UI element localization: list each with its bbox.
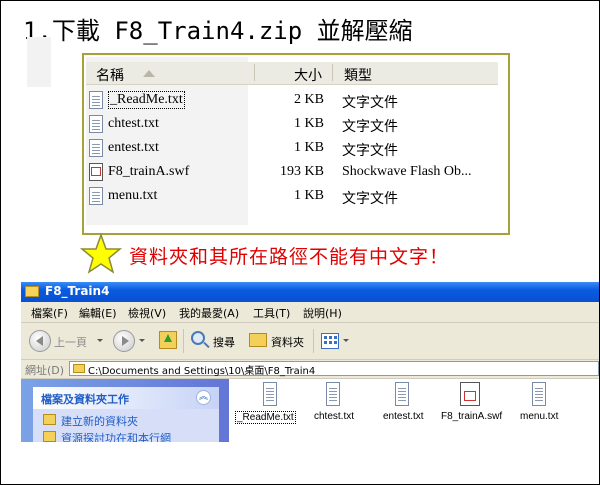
flash-file-icon <box>89 163 103 181</box>
folder-content: 檔案及資料夾工作 ︽ 建立新的資料夾 資源探討功在和本行網 _ReadMe.tx… <box>21 379 599 442</box>
task-item[interactable]: 資源探討功在和本行網 <box>61 430 171 442</box>
address-bar: 網址(D) C:\Documents and Settings\10\桌面\F8… <box>21 360 599 379</box>
column-header-bar: 名稱 大小 類型 <box>86 62 498 85</box>
file-row[interactable]: chtest.txt 1 KB 文字文件 <box>84 114 504 137</box>
toolbar-separator <box>313 329 314 353</box>
decorative-block <box>27 37 51 87</box>
file-name: _ReadMe.txt <box>108 91 185 109</box>
menu-edit[interactable]: 編輯(E) <box>79 305 117 321</box>
file-size: 1 KB <box>294 116 324 131</box>
text-file-icon[interactable] <box>532 382 546 406</box>
text-file-icon[interactable] <box>263 382 277 406</box>
menu-tools[interactable]: 工具(T) <box>253 305 290 321</box>
folders-button-label[interactable]: 資料夾 <box>271 334 304 350</box>
file-label[interactable]: _ReadMe.txt <box>235 411 296 424</box>
views-icon[interactable] <box>321 333 339 349</box>
task-new-folder[interactable]: 建立新的資料夾 <box>61 413 138 429</box>
explorer-window: F8_Train4 檔案(F) 編輯(E) 檢視(V) 我的最愛(A) 工具(T… <box>21 282 599 442</box>
file-row[interactable]: _ReadMe.txt 2 KB 文字文件 <box>84 90 504 113</box>
file-name: F8_trainA.swf <box>108 164 190 179</box>
menu-help[interactable]: 說明(H) <box>303 305 342 321</box>
file-list-panel: 名稱 大小 類型 _ReadMe.txt 2 KB 文字文件 chtest.tx… <box>82 53 510 235</box>
page-title: 1.下載 F8_Train4.zip 並解壓縮 <box>23 17 413 45</box>
text-file-icon <box>89 187 103 205</box>
task-pane: 檔案及資料夾工作 ︽ 建立新的資料夾 資源探討功在和本行網 <box>21 379 229 442</box>
file-type: 文字文件 <box>342 96 398 111</box>
file-size: 2 KB <box>294 92 324 107</box>
star-icon <box>80 233 122 274</box>
toolbar: 上一頁 搜尋 資料夾 <box>21 323 599 360</box>
column-header-size[interactable]: 大小 <box>294 65 322 85</box>
task-card-title: 檔案及資料夾工作 <box>41 393 129 406</box>
back-arrow-icon[interactable] <box>29 330 51 352</box>
text-file-icon <box>89 115 103 133</box>
menu-view[interactable]: 檢視(V) <box>128 305 166 321</box>
folder-icon <box>25 286 39 297</box>
menu-file[interactable]: 檔案(F) <box>31 305 68 321</box>
folder-icon <box>73 364 85 373</box>
toolbar-separator <box>183 329 184 353</box>
folders-icon[interactable] <box>249 333 267 347</box>
file-name: entest.txt <box>108 140 159 155</box>
back-dropdown-icon[interactable] <box>97 339 103 342</box>
text-file-icon <box>89 91 103 109</box>
file-row[interactable]: entest.txt 1 KB 文字文件 <box>84 138 504 161</box>
file-name: menu.txt <box>108 188 158 203</box>
text-file-icon[interactable] <box>395 382 409 406</box>
window-titlebar[interactable]: F8_Train4 <box>21 282 599 302</box>
task-icon <box>43 431 56 442</box>
new-folder-icon <box>43 414 56 425</box>
text-file-icon[interactable] <box>326 382 340 406</box>
column-header-type[interactable]: 類型 <box>344 65 372 85</box>
menu-bar: 檔案(F) 編輯(E) 檢視(V) 我的最愛(A) 工具(T) 說明(H) <box>21 302 599 323</box>
sort-ascending-icon <box>143 70 155 77</box>
file-type: 文字文件 <box>342 144 398 159</box>
file-size: 1 KB <box>294 140 324 155</box>
file-type: 文字文件 <box>342 120 398 135</box>
file-type: Shockwave Flash Ob... <box>342 164 472 179</box>
file-label[interactable]: menu.txt <box>520 411 558 422</box>
file-label[interactable]: chtest.txt <box>314 411 354 422</box>
warning-note: 資料夾和其所在路徑不能有中文字！ <box>129 246 450 268</box>
file-size: 1 KB <box>294 188 324 203</box>
address-label: 網址(D) <box>25 364 65 377</box>
task-card: 檔案及資料夾工作 ︽ 建立新的資料夾 資源探討功在和本行網 <box>33 387 219 442</box>
window-title: F8_Train4 <box>45 284 110 298</box>
address-field[interactable]: C:\Documents and Settings\10\桌面\F8_Train… <box>69 361 599 377</box>
forward-dropdown-icon[interactable] <box>139 339 145 342</box>
menu-favorites[interactable]: 我的最愛(A) <box>179 305 239 321</box>
column-divider[interactable] <box>254 64 255 81</box>
search-button-label[interactable]: 搜尋 <box>213 334 235 350</box>
search-icon[interactable] <box>191 331 205 345</box>
column-divider[interactable] <box>332 64 333 81</box>
address-text: C:\Documents and Settings\10\桌面\F8_Train… <box>88 366 316 377</box>
file-label[interactable]: F8_trainA.swf <box>441 411 502 422</box>
column-header-name[interactable]: 名稱 <box>96 65 124 85</box>
views-dropdown-icon[interactable] <box>343 339 349 342</box>
forward-arrow-icon[interactable] <box>113 330 135 352</box>
text-file-icon <box>89 139 103 157</box>
folder-up-icon[interactable] <box>159 331 177 349</box>
file-label[interactable]: entest.txt <box>383 411 424 422</box>
flash-file-icon[interactable] <box>460 382 480 406</box>
file-name: chtest.txt <box>108 116 159 131</box>
collapse-chevron-icon[interactable]: ︽ <box>196 390 211 405</box>
back-button-label[interactable]: 上一頁 <box>54 334 87 350</box>
file-size: 193 KB <box>280 164 324 179</box>
file-row[interactable]: F8_trainA.swf 193 KB Shockwave Flash Ob.… <box>84 162 504 185</box>
file-type: 文字文件 <box>342 192 398 207</box>
slide-frame: 1.下載 F8_Train4.zip 並解壓縮 名稱 大小 類型 _ReadMe… <box>0 0 600 485</box>
task-card-header[interactable]: 檔案及資料夾工作 ︽ <box>33 387 219 409</box>
file-row[interactable]: menu.txt 1 KB 文字文件 <box>84 186 504 209</box>
